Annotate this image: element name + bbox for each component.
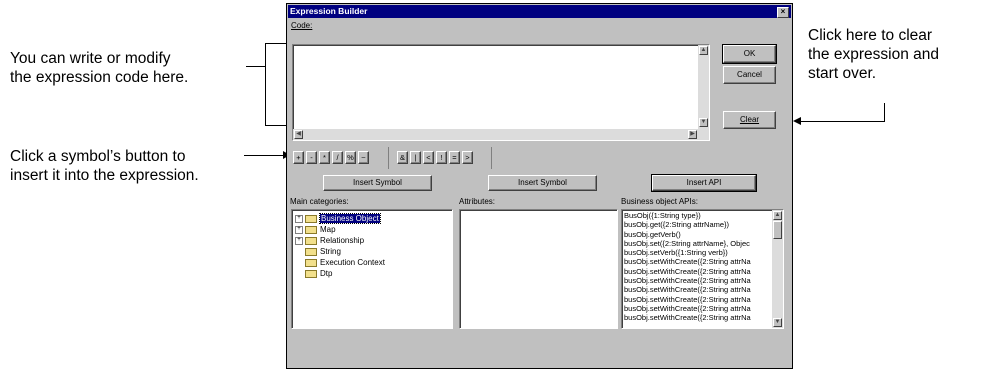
expand-icon[interactable]: + — [295, 214, 303, 223]
insert-api-button[interactable]: Insert API — [651, 174, 757, 192]
symbol-minus-button[interactable]: - — [306, 151, 317, 164]
api-item[interactable]: busObj.set({2:String attrName}, Objec — [624, 239, 771, 248]
symbol-plus-button[interactable]: + — [293, 151, 304, 164]
api-item[interactable]: busObj.setWithCreate({2:String attrNa — [624, 304, 771, 313]
tree-item-label: Relationship — [320, 236, 365, 245]
api-item[interactable]: busObj.setWithCreate({2:String attrNa — [624, 257, 771, 266]
symbol-divide-button[interactable]: / — [332, 151, 343, 164]
scroll-up-arrow-icon[interactable]: ▲ — [773, 211, 782, 220]
symbol-button-group-arith: + - * / % ~ — [293, 151, 377, 166]
tree-item-relationship[interactable]: + Relationship — [295, 235, 364, 246]
callout-clear: Click here to clear the expression and s… — [808, 27, 939, 82]
folder-icon — [305, 236, 317, 245]
scroll-up-arrow-icon[interactable]: ▲ — [699, 46, 708, 55]
scroll-down-arrow-icon[interactable]: ▼ — [773, 318, 782, 327]
api-item[interactable]: busObj.getVerb() — [624, 230, 771, 239]
attributes-label: Attributes: — [459, 197, 496, 206]
symbol-and-button[interactable]: & — [397, 151, 408, 164]
code-horizontal-scrollbar[interactable]: ◀ ▶ — [293, 129, 698, 140]
scroll-down-arrow-icon[interactable]: ▼ — [699, 118, 708, 127]
symbol-separator — [388, 147, 389, 169]
folder-icon — [305, 214, 317, 223]
folder-icon — [305, 247, 317, 256]
tree-item-label: Business Object — [319, 213, 381, 224]
scroll-right-arrow-icon[interactable]: ▶ — [688, 130, 697, 139]
callout-bracket-vert — [265, 43, 266, 126]
insert-symbol-button-1[interactable]: Insert Symbol — [323, 175, 432, 191]
tree-item-map[interactable]: + Map — [295, 224, 336, 235]
symbol-percent-button[interactable]: % — [345, 151, 356, 164]
tree-item-label: Execution Context — [320, 258, 385, 267]
api-item[interactable]: busObj.setWithCreate({2:String attrNa — [624, 313, 771, 322]
tree-item-label: String — [320, 247, 341, 256]
code-vertical-scrollbar[interactable]: ▲ ▼ — [698, 45, 709, 140]
insert-symbol-button-2[interactable]: Insert Symbol — [488, 175, 597, 191]
expand-icon[interactable]: + — [295, 225, 303, 234]
title-bar: Expression Builder × — [288, 5, 791, 18]
cancel-button[interactable]: Cancel — [723, 66, 776, 84]
symbol-multiply-button[interactable]: * — [319, 151, 330, 164]
callout-symbol-line — [244, 155, 284, 156]
bo-apis-label: Business object APIs: — [621, 197, 698, 206]
close-icon[interactable]: × — [777, 7, 789, 18]
api-item[interactable]: busObj.setWithCreate({2:String attrNa — [624, 285, 771, 294]
attributes-list[interactable] — [459, 209, 618, 329]
tree-item-business-object[interactable]: + Business Object — [295, 213, 381, 224]
tree-item-string[interactable]: String — [305, 246, 341, 257]
api-item[interactable]: busObj.setWithCreate({2:String attrNa — [624, 276, 771, 285]
symbol-less-button[interactable]: < — [423, 151, 434, 164]
callout-clear-horz — [800, 121, 885, 122]
code-label: Code: — [291, 21, 313, 30]
callout-symbol: Click a symbol’s button to insert it int… — [10, 148, 199, 184]
symbol-equals-button[interactable]: = — [449, 151, 460, 164]
expand-icon[interactable]: + — [295, 236, 303, 245]
expression-builder-dialog: Expression Builder × Code: ▲ ▼ ◀ ▶ OK Ca… — [286, 3, 793, 369]
tree-item-execution-context[interactable]: Execution Context — [305, 257, 385, 268]
bo-apis-items: BusObj({1:String type}) busObj.get({2:St… — [624, 211, 771, 323]
callout-bracket-top — [246, 66, 266, 67]
bo-apis-scrollbar[interactable]: ▲ ▼ — [772, 210, 783, 328]
scroll-left-arrow-icon[interactable]: ◀ — [294, 130, 303, 139]
api-item[interactable]: busObj.setWithCreate({2:String attrNa — [624, 295, 771, 304]
tree-item-label: Map — [320, 225, 336, 234]
folder-icon — [305, 225, 317, 234]
symbol-tilde-button[interactable]: ~ — [358, 151, 369, 164]
callout-clear-arrowhead — [793, 117, 801, 125]
api-item[interactable]: busObj.setWithCreate({2:String attrNa — [624, 267, 771, 276]
bo-apis-list[interactable]: BusObj({1:String type}) busObj.get({2:St… — [621, 209, 784, 329]
main-categories-tree[interactable]: + Business Object + Map + Relationship Stri… — [291, 209, 453, 329]
code-editor[interactable]: ▲ ▼ ◀ ▶ — [292, 44, 710, 141]
folder-icon — [305, 258, 317, 267]
symbol-not-button[interactable]: ! — [436, 151, 447, 164]
symbol-separator-right — [491, 147, 492, 169]
callout-clear-vert — [884, 103, 885, 122]
api-item[interactable]: busObj.get({2:String attrName}) — [624, 220, 771, 229]
callout-code-area: You can write or modify the expression c… — [10, 50, 189, 86]
main-categories-label: Main categories: — [290, 197, 349, 206]
dialog-title: Expression Builder — [290, 6, 368, 16]
api-item[interactable]: BusObj({1:String type}) — [624, 211, 771, 220]
api-item[interactable]: busObj.setVerb({1:String verb}) — [624, 248, 771, 257]
clear-button[interactable]: Clear — [723, 111, 776, 129]
tree-item-dtp[interactable]: Dtp — [305, 268, 332, 279]
symbol-or-button[interactable]: | — [410, 151, 421, 164]
tree-item-label: Dtp — [320, 269, 333, 278]
ok-button[interactable]: OK — [722, 44, 777, 64]
symbol-button-group-logic: & | < ! = > — [397, 151, 481, 166]
folder-icon — [305, 269, 317, 278]
symbol-greater-button[interactable]: > — [462, 151, 473, 164]
scroll-thumb[interactable] — [773, 221, 782, 239]
